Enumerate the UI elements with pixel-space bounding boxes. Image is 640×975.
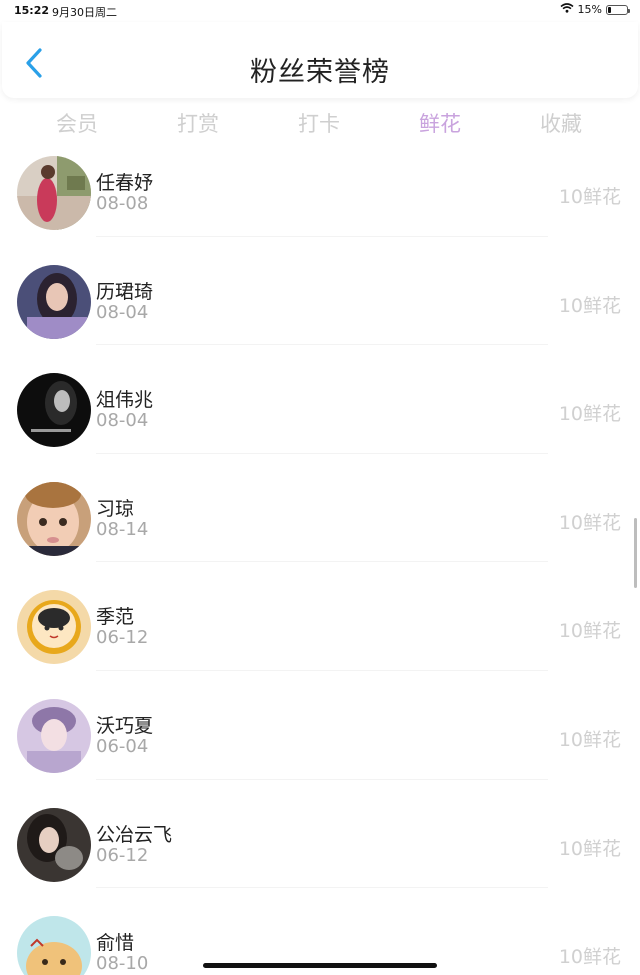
flower-count: 10鲜花 xyxy=(558,511,621,534)
list-item[interactable]: 季范 06-12 10鲜花 xyxy=(0,562,640,671)
list-item[interactable]: 俞惜 08-10 10鲜花 xyxy=(0,888,640,975)
avatar[interactable] xyxy=(17,264,91,339)
flower-count: 10鲜花 xyxy=(558,620,621,643)
fan-date: 08-14 xyxy=(96,518,149,540)
list-item[interactable]: 沃巧夏 06-04 10鲜花 xyxy=(0,671,640,780)
flower-count: 10鲜花 xyxy=(558,728,621,751)
fan-date: 08-04 xyxy=(96,410,149,432)
fan-list-inner: 任春妤 08-08 10鲜花 历珺琦 08-04 10鲜花 俎伟兆 08-04 … xyxy=(0,145,640,975)
avatar[interactable] xyxy=(17,156,91,230)
fan-date: 08-10 xyxy=(96,953,149,975)
fan-date: 06-04 xyxy=(96,735,149,757)
fan-name: 俞惜 xyxy=(96,932,135,955)
avatar[interactable] xyxy=(17,481,91,556)
scrollbar[interactable] xyxy=(634,518,637,588)
tab-checkin[interactable]: 打卡 xyxy=(259,108,379,138)
fan-list[interactable]: 任春妤 08-08 10鲜花 历珺琦 08-04 10鲜花 俎伟兆 08-04 … xyxy=(0,145,640,975)
fan-date: 08-04 xyxy=(96,301,149,323)
avatar[interactable] xyxy=(17,590,91,665)
nav-bar: 粉丝荣誉榜 xyxy=(2,22,638,98)
list-item[interactable]: 任春妤 08-08 10鲜花 xyxy=(0,145,640,237)
tab-members[interactable]: 会员 xyxy=(17,108,137,138)
fan-date: 06-12 xyxy=(96,627,149,649)
list-item[interactable]: 习琼 08-14 10鲜花 xyxy=(0,454,640,563)
list-item[interactable]: 历珺琦 08-04 10鲜花 xyxy=(0,237,640,346)
fan-name: 俎伟兆 xyxy=(96,389,154,412)
battery-level xyxy=(608,6,611,13)
avatar[interactable] xyxy=(17,916,91,975)
flower-count: 10鲜花 xyxy=(558,946,621,969)
status-right: 15% xyxy=(560,3,630,16)
fan-name: 历珺琦 xyxy=(96,280,154,303)
flower-count: 10鲜花 xyxy=(558,837,621,860)
fan-name: 任春妤 xyxy=(96,172,154,194)
flower-count: 10鲜花 xyxy=(558,186,621,208)
status-date: 9月30日周二 xyxy=(52,6,117,19)
flower-count: 10鲜花 xyxy=(558,403,621,426)
battery-icon xyxy=(606,4,630,15)
fan-name: 沃巧夏 xyxy=(96,714,154,737)
wifi-icon xyxy=(560,3,574,16)
screen: 15:22 9月30日周二 15% 粉丝荣誉榜 会员 打赏 打卡 鲜花 收藏 任… xyxy=(0,0,640,975)
page-title: 粉丝荣誉榜 xyxy=(250,57,390,88)
flower-count: 10鲜花 xyxy=(558,294,621,317)
list-item[interactable]: 公冶云飞 06-12 10鲜花 xyxy=(0,780,640,889)
status-time: 15:22 xyxy=(14,4,50,17)
status-bar: 15:22 9月30日周二 15% xyxy=(0,0,640,22)
fan-name: 公冶云飞 xyxy=(96,823,173,846)
avatar[interactable] xyxy=(17,373,91,448)
fan-name: 习琼 xyxy=(96,497,135,520)
fan-date: 06-12 xyxy=(96,844,149,866)
battery-percent: 15% xyxy=(577,3,602,16)
avatar[interactable] xyxy=(17,807,91,882)
tab-bar: 会员 打赏 打卡 鲜花 收藏 xyxy=(0,104,640,144)
list-item[interactable]: 俎伟兆 08-04 10鲜花 xyxy=(0,345,640,454)
tab-flowers[interactable]: 鲜花 xyxy=(380,108,500,138)
tab-rewards[interactable]: 打赏 xyxy=(138,108,258,138)
home-indicator[interactable] xyxy=(203,963,437,968)
avatar[interactable] xyxy=(17,698,91,773)
fan-name: 季范 xyxy=(96,606,135,629)
fan-date: 08-08 xyxy=(96,193,149,214)
tab-favorites[interactable]: 收藏 xyxy=(501,108,621,138)
